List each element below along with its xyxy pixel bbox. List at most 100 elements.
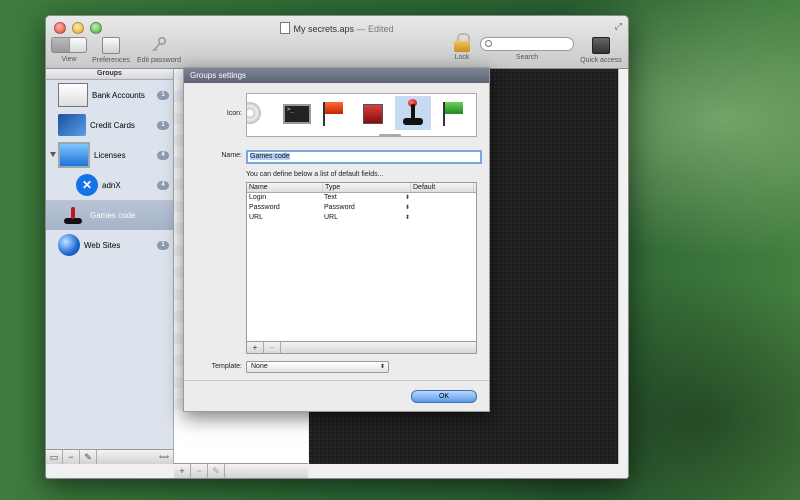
group-name-input[interactable]: Games code <box>246 150 482 164</box>
groups-settings-sheet: Groups settings Icon: >_ Name: Games cod… <box>183 67 490 412</box>
search-input[interactable] <box>480 37 574 51</box>
count-badge: 4 <box>157 151 169 160</box>
remove-group-button[interactable]: − <box>63 450 80 464</box>
sheet-divider <box>184 380 489 381</box>
view-label: View <box>61 56 77 63</box>
view-segmented-control[interactable] <box>51 37 87 53</box>
red-flag-icon-option[interactable] <box>315 96 351 130</box>
add-field-button[interactable]: + <box>247 342 264 353</box>
toolbar: My secrets.aps — Edited ⤢ View Preferenc… <box>46 16 628 69</box>
edit-password-label: Edit password <box>137 57 181 64</box>
field-type-cell[interactable]: Password ⬍ <box>322 203 410 213</box>
field-name-cell[interactable]: URL <box>247 213 322 223</box>
ok-button[interactable]: OK <box>411 390 477 403</box>
credit-card-icon <box>58 114 86 136</box>
icon-picker[interactable]: >_ <box>246 93 477 137</box>
joystick-icon-option[interactable] <box>395 96 431 130</box>
count-badge: 1 <box>157 241 169 250</box>
sidebar-item-label: Bank Accounts <box>92 90 145 100</box>
default-fields-table: Name Type Default Login Text ⬍ Password P… <box>246 182 477 354</box>
sidebar-footer: ▭ − ✎ ⟺ <box>46 449 173 464</box>
table-row[interactable]: URL URL ⬍ <box>247 213 476 223</box>
add-entry-button[interactable]: + <box>174 464 191 478</box>
template-select[interactable]: None ⬍ <box>246 361 389 373</box>
field-name-cell[interactable]: Password <box>247 203 322 213</box>
field-default-cell[interactable] <box>409 203 471 213</box>
column-header-default[interactable]: Default <box>411 183 474 192</box>
search-icon <box>485 40 492 47</box>
field-type-cell[interactable]: URL ⬍ <box>322 213 410 223</box>
sheet-title: Groups settings <box>184 68 489 83</box>
window-title: My secrets.aps — Edited <box>46 22 628 34</box>
remove-field-button[interactable]: − <box>264 342 281 353</box>
search-label: Search <box>515 54 539 61</box>
type-stepper-icon[interactable]: ⬍ <box>405 193 410 203</box>
table-row[interactable]: Password Password ⬍ <box>247 203 476 213</box>
disclosure-triangle-icon[interactable] <box>50 152 56 157</box>
sidebar-item-games-code[interactable]: Games code <box>46 200 173 230</box>
field-default-cell[interactable] <box>409 213 471 223</box>
sidebar-item-licenses[interactable]: Licenses 4 <box>46 140 173 170</box>
view-control[interactable]: View <box>51 37 87 63</box>
column-header-type[interactable]: Type <box>323 183 411 192</box>
group-name-value: Games code <box>250 153 290 160</box>
preferences-icon <box>102 37 120 54</box>
groups-header: Groups <box>46 69 173 80</box>
monitor-icon <box>58 142 90 168</box>
field-default-cell[interactable] <box>409 193 471 203</box>
template-label: Template: <box>211 363 242 370</box>
edit-password-button[interactable]: Edit password <box>136 36 182 64</box>
terminal-icon-option[interactable]: >_ <box>277 96 313 130</box>
template-value: None <box>251 363 268 370</box>
lock-button[interactable]: Lock <box>450 33 474 61</box>
key-icon <box>152 36 167 52</box>
preferences-button[interactable]: Preferences <box>91 37 131 64</box>
sidebar-item-web-sites[interactable]: Web Sites 1 <box>46 230 173 260</box>
sidebar-item-label: Credit Cards <box>90 120 135 130</box>
sidebar-item-label: Games code <box>90 210 136 220</box>
fullscreen-icon[interactable]: ⤢ <box>615 21 622 32</box>
sidebar-item-credit-cards[interactable]: Credit Cards 1 <box>46 110 173 140</box>
quick-access-label: Quick access <box>580 57 622 64</box>
lock-icon <box>454 33 470 52</box>
icon-label: Icon: <box>226 110 242 117</box>
count-badge: 4 <box>157 181 169 190</box>
count-badge: 1 <box>157 121 169 130</box>
joystick-icon <box>58 204 86 226</box>
type-stepper-icon[interactable]: ⬍ <box>405 203 410 213</box>
name-label: Name: <box>221 152 242 159</box>
groups-sidebar: Groups Bank Accounts 1 Credit Cards 1 Li… <box>46 69 174 464</box>
edit-entry-button[interactable]: ✎ <box>208 464 225 478</box>
sidebar-item-label: Web Sites <box>84 240 121 250</box>
edit-group-button[interactable]: ✎ <box>80 450 97 464</box>
count-badge: 1 <box>157 91 169 100</box>
document-icon <box>280 22 291 34</box>
field-type-cell[interactable]: Text ⬍ <box>322 193 410 203</box>
globe-icon <box>58 234 80 256</box>
sidebar-item-bank-accounts[interactable]: Bank Accounts 1 <box>46 80 173 110</box>
type-stepper-icon[interactable]: ⬍ <box>405 213 410 223</box>
search-control: Search <box>479 37 575 61</box>
quick-access-button[interactable]: Quick access <box>576 37 626 64</box>
list-footer: + − ✎ <box>174 463 308 478</box>
add-group-button[interactable]: ▭ <box>46 450 63 464</box>
green-flag-icon-option[interactable] <box>435 96 471 130</box>
adnx-icon: ✕ <box>76 174 98 196</box>
column-header-name[interactable]: Name <box>247 183 323 192</box>
bank-icon <box>58 83 88 107</box>
table-header: Name Type Default <box>247 183 476 193</box>
chevron-updown-icon: ⬍ <box>379 364 385 370</box>
quick-access-icon <box>592 37 610 54</box>
table-row[interactable]: Login Text ⬍ <box>247 193 476 203</box>
preferences-label: Preferences <box>92 57 130 64</box>
remove-entry-button[interactable]: − <box>191 464 208 478</box>
sidebar-item-label: Licenses <box>94 150 126 160</box>
red-square-icon-option[interactable] <box>355 96 391 130</box>
split-handle-icon[interactable]: ⟺ <box>159 453 169 461</box>
default-fields-note: You can define below a list of default f… <box>246 171 384 178</box>
field-name-cell[interactable]: Login <box>247 193 322 203</box>
sidebar-item-label: adnX <box>102 180 121 190</box>
icon-strip-scrollbar[interactable] <box>379 134 401 137</box>
scrollbar[interactable] <box>618 69 628 464</box>
sidebar-item-adnx[interactable]: ✕ adnX 4 <box>46 170 173 200</box>
